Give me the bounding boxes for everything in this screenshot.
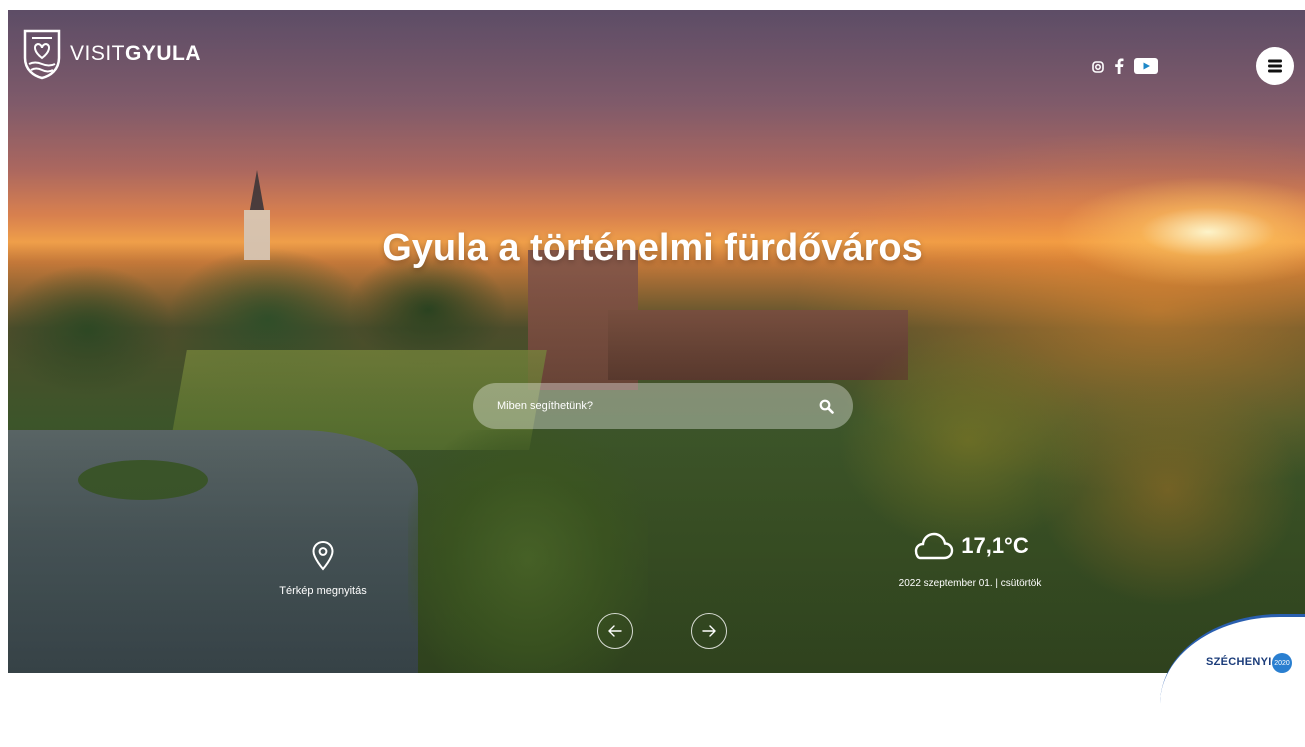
instagram-icon[interactable] bbox=[1092, 60, 1104, 78]
weather-temperature: 17,1°C bbox=[961, 533, 1029, 558]
social-links bbox=[1092, 58, 1158, 79]
site-logo[interactable]: VISITGYULA bbox=[22, 28, 201, 80]
szechenyi-badge: 2020 bbox=[1272, 653, 1292, 673]
hero-title: Gyula a történelmi fürdőváros bbox=[382, 227, 923, 270]
map-open-link[interactable]: Térkép megnyitás bbox=[258, 540, 388, 597]
map-pin-icon bbox=[312, 540, 334, 571]
slider-prev-button[interactable] bbox=[597, 613, 633, 649]
hero-background bbox=[8, 10, 1305, 673]
menu-button[interactable] bbox=[1256, 47, 1294, 85]
site-logo-text: VISITGYULA bbox=[70, 42, 202, 65]
search-input[interactable] bbox=[495, 399, 815, 413]
hero-overlay bbox=[8, 10, 1305, 673]
arrow-right-icon bbox=[702, 625, 716, 637]
weather-date: 2022 szeptember 01. | csütörtök bbox=[898, 578, 1042, 589]
youtube-icon[interactable] bbox=[1134, 58, 1158, 79]
map-open-label: Térkép megnyitás bbox=[279, 585, 367, 597]
crest-icon bbox=[23, 29, 61, 80]
search-icon bbox=[819, 399, 834, 414]
search-bar bbox=[473, 383, 853, 429]
weather-widget: 17,1°C 2022 szeptember 01. | csütörtök bbox=[890, 530, 1050, 589]
cloud-icon bbox=[915, 532, 954, 560]
facebook-icon[interactable] bbox=[1114, 58, 1124, 79]
arrow-left-icon bbox=[608, 625, 622, 637]
search-button[interactable] bbox=[815, 395, 837, 417]
slider-next-button[interactable] bbox=[691, 613, 727, 649]
szechenyi-label: SZÉCHENYI bbox=[1206, 656, 1272, 668]
hamburger-icon bbox=[1268, 59, 1282, 73]
